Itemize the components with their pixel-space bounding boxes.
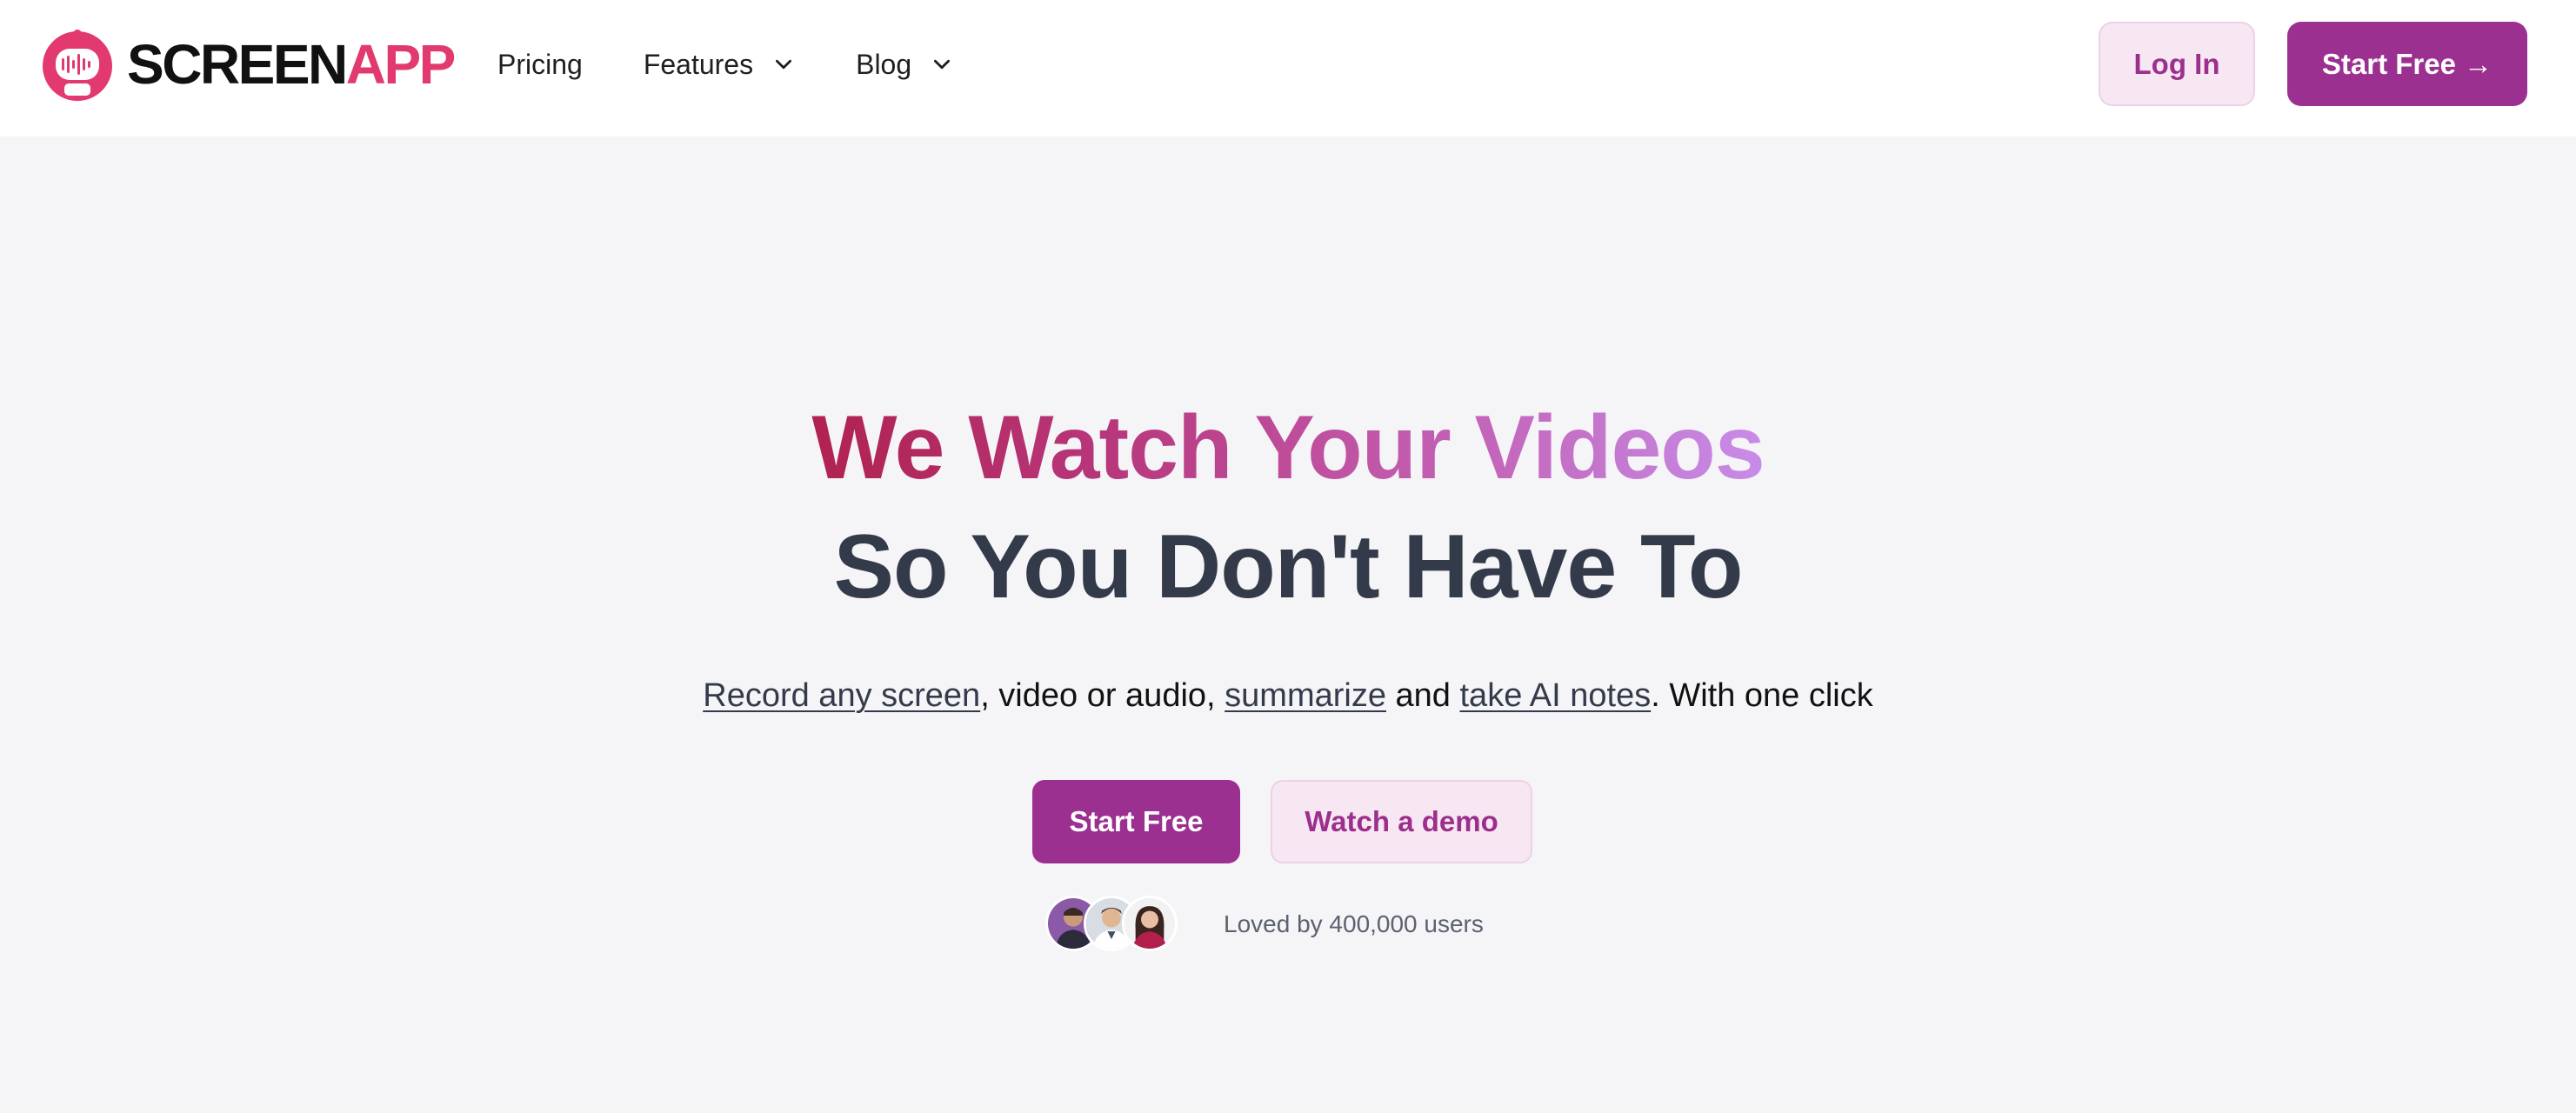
brand-wordmark: SCREEN APP [127,33,457,96]
chevron-down-icon [776,59,792,70]
start-free-button[interactable]: Start Free [1032,780,1240,863]
hero-headline-gradient-text: We Watch Your Videos [811,397,1765,498]
summarize-link[interactable]: summarize [1225,677,1386,714]
hero-subtitle: Record any screen, video or audio, summa… [0,671,2576,720]
record-any-screen-link[interactable]: Record any screen [703,677,980,714]
nav-item-label: Features [643,48,754,80]
take-ai-notes-link[interactable]: take AI notes [1460,677,1652,714]
site-header: SCREEN APP Pricing Features Blog Log In … [0,0,2576,137]
subtitle-text: . With one click [1651,677,1873,714]
nav-item-label: Pricing [497,48,583,80]
robot-waveform-icon [43,30,112,101]
login-button[interactable]: Log In [2099,22,2255,106]
nav-item-pricing[interactable]: Pricing [497,49,583,81]
user-avatar-stack [1045,896,1185,951]
chevron-down-icon [934,59,951,70]
brand-name-part1: SCREEN [127,33,348,96]
hero-headline-line1: We Watch Your Videos [0,396,2576,500]
start-free-header-button[interactable]: Start Free → [2287,22,2527,106]
nav-item-label: Blog [856,48,912,80]
hero-headline-line2: So You Don't Have To [833,517,1744,617]
nav-item-features[interactable]: Features [644,49,795,81]
screenapp-logo[interactable]: SCREEN APP [38,23,457,106]
watch-demo-button[interactable]: Watch a demo [1271,780,1532,863]
nav-item-blog[interactable]: Blog [856,49,953,81]
subtitle-text: and [1385,677,1460,714]
main-nav: Pricing Features Blog [497,42,1014,87]
subtitle-text: , video or audio, [980,677,1225,714]
social-proof-text: Loved by 400,000 users [1224,910,1484,937]
avatar [1122,896,1178,951]
brand-name-part2: APP [345,33,457,96]
